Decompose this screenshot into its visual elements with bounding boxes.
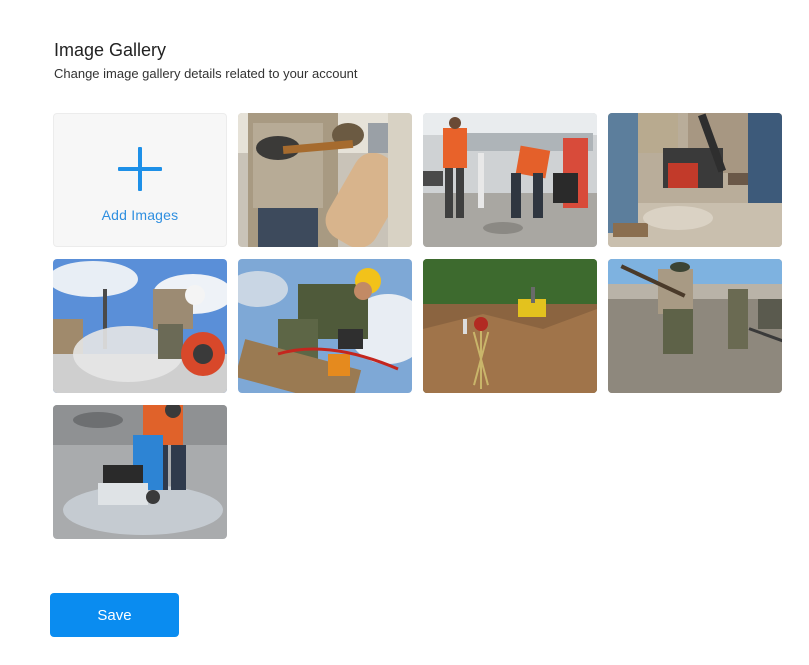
gallery-image-6[interactable] (423, 259, 597, 393)
photo-concrete-saw-dust (53, 259, 227, 393)
photo-workers-spreading-concrete (608, 259, 782, 393)
gallery-image-5[interactable] (238, 259, 412, 393)
photo-road-workers (423, 113, 597, 247)
photo-floor-saw-pavement (53, 405, 227, 539)
save-button[interactable]: Save (50, 593, 179, 637)
image-grid: Add Images (53, 113, 782, 539)
photo-worker-hands-tool (238, 113, 412, 247)
photo-plate-compactor (608, 113, 782, 247)
add-images-label: Add Images (101, 207, 179, 223)
image-gallery-page: Image Gallery Change image gallery detai… (0, 0, 809, 665)
gallery-image-7[interactable] (608, 259, 782, 393)
gallery-image-3[interactable] (608, 113, 782, 247)
plus-icon (118, 147, 162, 191)
gallery-image-1[interactable] (238, 113, 412, 247)
gallery-image-8[interactable] (53, 405, 227, 539)
photo-worker-yellow-hardhat (238, 259, 412, 393)
page-subtitle: Change image gallery details related to … (54, 66, 358, 81)
gallery-image-2[interactable] (423, 113, 597, 247)
photo-survey-excavation (423, 259, 597, 393)
page-title: Image Gallery (54, 40, 167, 60)
add-images-button[interactable]: Add Images (53, 113, 227, 247)
gallery-image-4[interactable] (53, 259, 227, 393)
